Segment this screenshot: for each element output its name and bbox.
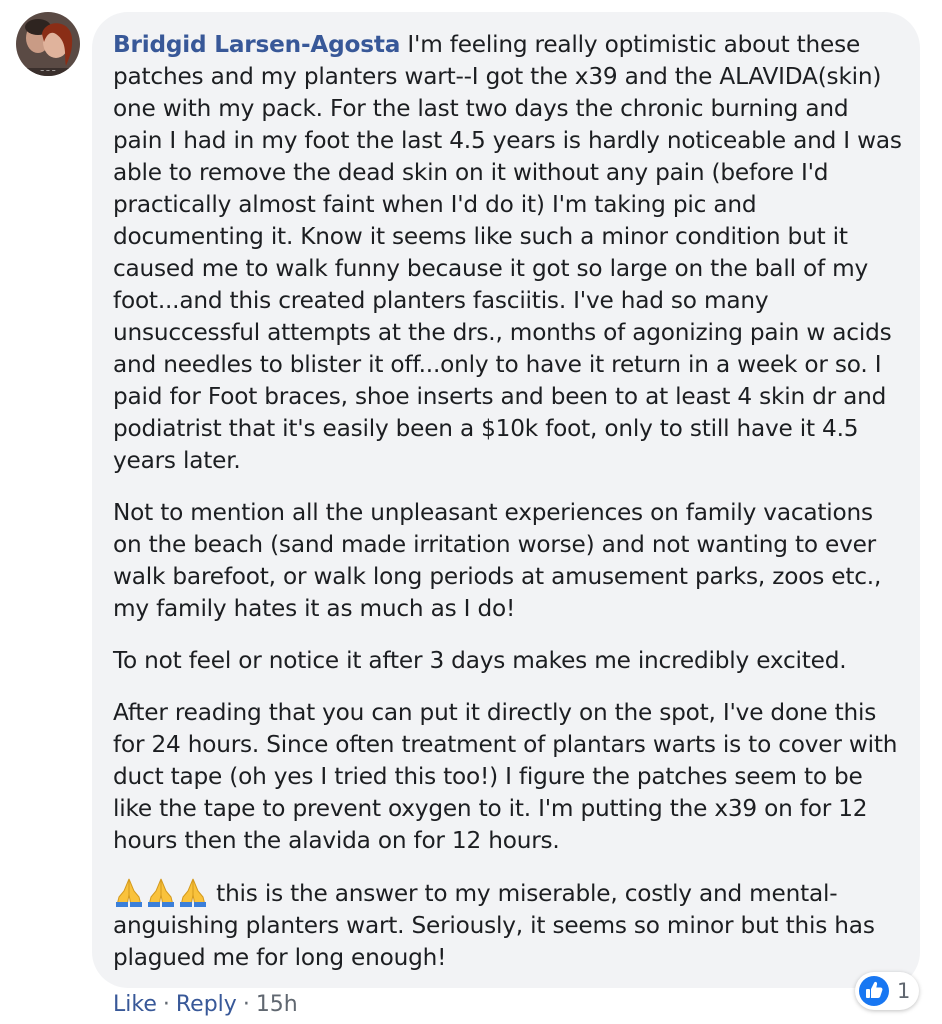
comment-paragraph: this is the answer to my miserable, cost… — [113, 877, 903, 974]
separator: · — [162, 992, 170, 1017]
comment-paragraph: Bridgid Larsen-Agosta I'm feeling really… — [113, 29, 903, 477]
folded-hands-icon — [177, 877, 209, 907]
comment-paragraph-text: this is the answer to my miserable, cost… — [113, 880, 875, 971]
like-link[interactable]: Like — [113, 992, 157, 1017]
comment-paragraph: Not to mention all the unpleasant experi… — [113, 499, 882, 622]
comment-paragraph: To not feel or notice it after 3 days ma… — [113, 647, 847, 674]
reply-link[interactable]: Reply — [176, 992, 237, 1017]
separator: · — [242, 992, 250, 1017]
author-name[interactable]: Bridgid Larsen-Agosta — [113, 31, 400, 58]
thumbs-up-icon — [859, 976, 889, 1006]
avatar[interactable]: ~ ~ ~ — [16, 12, 80, 76]
reaction-count: 1 — [897, 979, 911, 1003]
comment-paragraph-text: I'm feeling really optimistic about thes… — [113, 31, 902, 474]
reaction-summary[interactable]: 1 — [855, 972, 919, 1010]
svg-text:~ ~ ~: ~ ~ ~ — [40, 68, 56, 74]
comment-body: Bridgid Larsen-Agosta I'm feeling really… — [113, 29, 903, 994]
timestamp[interactable]: 15h — [256, 992, 298, 1017]
folded-hands-icon — [113, 877, 145, 907]
folded-hands-icon — [145, 877, 177, 907]
comment-paragraph: After reading that you can put it direct… — [113, 699, 898, 854]
comment-actions: Like · Reply · 15h — [113, 990, 298, 1020]
